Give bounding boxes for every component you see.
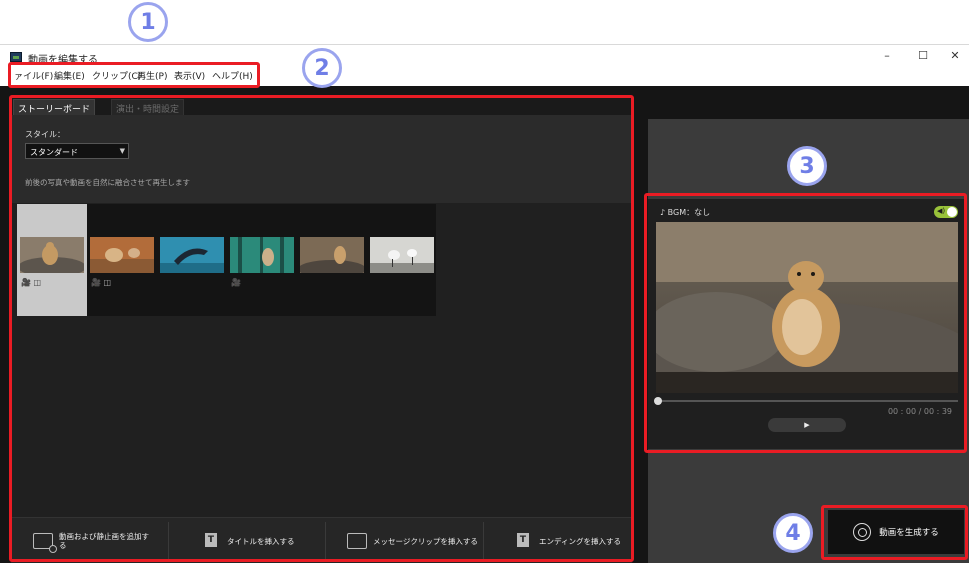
clip-thumbnail xyxy=(300,237,364,273)
film-reel-icon xyxy=(853,523,872,541)
chevron-down-icon: ▼ xyxy=(119,147,125,155)
clip-item[interactable] xyxy=(367,204,437,316)
tab-effects[interactable]: 演出・時間設定 xyxy=(111,99,185,115)
minimize-button[interactable]: – xyxy=(872,47,902,65)
callout-3: 3 xyxy=(787,146,827,186)
divider xyxy=(483,522,484,560)
insert-title-button[interactable]: T タイトルを挿入する xyxy=(201,518,295,563)
clip-type-icons: 🎥 ◫ xyxy=(91,278,112,287)
menu-edit[interactable]: 編集(E) xyxy=(54,69,85,82)
window-title: 動画を編集する xyxy=(28,55,98,66)
insert-ending-label: エンディングを挿入する xyxy=(539,536,621,546)
style-select[interactable]: スタンダード ▼ xyxy=(25,143,129,159)
clip-thumbnail xyxy=(20,237,84,273)
callout-2: 2 xyxy=(302,48,342,88)
seek-bar[interactable] xyxy=(654,397,958,405)
clip-thumbnail xyxy=(370,237,434,273)
clip-item[interactable]: 🎥 xyxy=(227,204,297,316)
clip-type-icons: 🎥 ◫ xyxy=(21,278,42,287)
menu-clip[interactable]: クリップ(C) xyxy=(92,69,141,82)
style-settings: スタイル： スタンダード ▼ 前後の写真や動画を自然に融合させて再生します xyxy=(11,115,632,203)
menu-view[interactable]: 表示(V) xyxy=(174,69,205,82)
ending-icon: T xyxy=(513,533,533,549)
bgm-toggle[interactable]: ◀) xyxy=(934,206,958,218)
insert-message-label: メッセージクリップを挿入する xyxy=(373,536,478,546)
add-media-button[interactable]: 動画および静止画を追加す る xyxy=(33,518,149,563)
generate-label: 動画を生成する xyxy=(879,528,939,538)
callout-1: 1 xyxy=(128,2,168,42)
tab-storyboard[interactable]: ストーリーボード xyxy=(13,99,96,115)
menu-help[interactable]: ヘルプ(H) xyxy=(212,69,253,82)
clip-strip: 🎥 ◫ 🎥 ◫ 🎥 xyxy=(17,204,436,316)
clip-thumbnail xyxy=(90,237,154,273)
play-button[interactable]: ▶ xyxy=(768,418,846,432)
callout-4: 4 xyxy=(773,513,813,553)
title-icon: T xyxy=(201,533,221,549)
seek-handle[interactable] xyxy=(654,397,662,405)
action-bar: 動画および静止画を追加す る T タイトルを挿入する メッセージクリップを挿入す… xyxy=(11,517,632,563)
clip-thumbnail xyxy=(160,237,224,273)
insert-message-button[interactable]: メッセージクリップを挿入する xyxy=(347,518,478,563)
playback-time: 00 : 00 / 00 : 39 xyxy=(887,407,952,416)
menu-file[interactable]: ァイル(F) xyxy=(14,69,53,82)
storyboard-panel: ストーリーボード 演出・時間設定 スタイル： スタンダード ▼ 前後の写真や動画… xyxy=(11,97,632,563)
menu-bar: ァイル(F) 編集(E) クリップ(C) 再生(P) 表示(V) ヘルプ(H) xyxy=(0,66,969,86)
style-description: 前後の写真や動画を自然に融合させて再生します xyxy=(25,178,190,187)
maximize-button[interactable]: ☐ xyxy=(908,47,938,65)
preview-video xyxy=(656,222,958,393)
clip-item[interactable]: 🎥 ◫ xyxy=(17,204,87,316)
divider xyxy=(168,522,169,560)
clip-type-icons: 🎥 xyxy=(231,278,241,287)
divider xyxy=(325,522,326,560)
title-bar: 動画を編集する – ☐ ✕ xyxy=(0,44,969,66)
preview-panel: ♪ BGM：なし ◀) 00: 00 / 00: 39 ▶ xyxy=(648,199,966,449)
insert-title-label: タイトルを挿入する xyxy=(227,536,295,546)
style-label: スタイル： xyxy=(25,130,65,139)
menu-play[interactable]: 再生(P) xyxy=(137,69,167,82)
clip-thumbnail xyxy=(230,237,294,273)
generate-movie-button[interactable]: 動画を生成する xyxy=(828,510,964,554)
clip-item[interactable]: 🎥 ◫ xyxy=(87,204,157,316)
insert-ending-button[interactable]: T エンディングを挿入する xyxy=(513,518,621,563)
style-value: スタンダード xyxy=(30,148,78,157)
tab-bar: ストーリーボード 演出・時間設定 xyxy=(11,97,632,115)
bgm-label: ♪ BGM：なし xyxy=(660,208,711,217)
add-media-label: 動画および静止画を追加す る xyxy=(59,532,149,550)
speaker-icon: ◀) xyxy=(937,207,946,215)
add-media-icon xyxy=(33,533,57,553)
app-icon xyxy=(10,52,22,62)
clip-item[interactable] xyxy=(297,204,367,316)
screen: 動画を編集する – ☐ ✕ ァイル(F) 編集(E) クリップ(C) 再生(P)… xyxy=(0,0,969,563)
close-button[interactable]: ✕ xyxy=(940,47,969,65)
message-clip-icon xyxy=(347,533,367,549)
clip-item[interactable] xyxy=(157,204,227,316)
